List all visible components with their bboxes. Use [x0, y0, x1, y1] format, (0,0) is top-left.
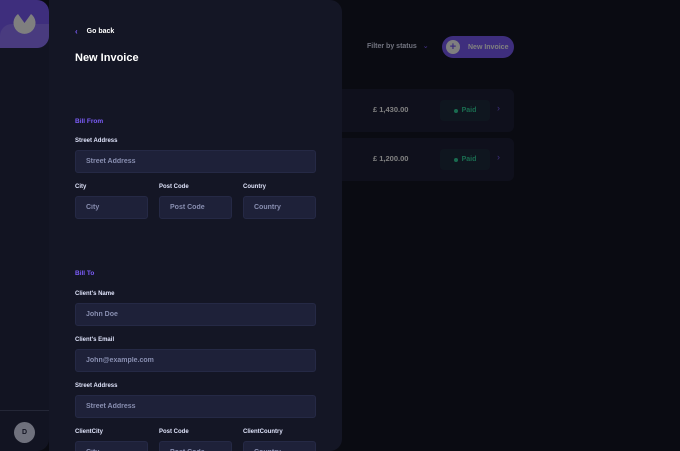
client-name-input[interactable]: [75, 303, 316, 326]
client-city-label: ClientCity: [75, 429, 104, 435]
city-label: City: [75, 184, 87, 190]
post-code-label: Post Code: [159, 184, 189, 190]
go-back-label: Go back: [86, 28, 115, 35]
client-email-label: Client's Email: [75, 337, 115, 343]
bill-from-street-input[interactable]: [75, 150, 316, 173]
new-invoice-drawer: ‹ Go back New Invoice Bill From Street A…: [49, 0, 342, 451]
chevron-left-icon: ‹: [75, 27, 78, 36]
bill-from-city-input[interactable]: [75, 196, 148, 219]
client-email-input[interactable]: [75, 349, 316, 372]
bill-to-postcode-input[interactable]: [159, 441, 232, 451]
client-name-label: Client's Name: [75, 291, 115, 297]
street-address-label: Street Address: [75, 383, 118, 389]
bill-to-country-input[interactable]: [243, 441, 316, 451]
bill-from-heading: Bill From: [75, 118, 104, 125]
bill-from-country-input[interactable]: [243, 196, 316, 219]
bill-to-city-input[interactable]: [75, 441, 148, 451]
bill-to-heading: Bill To: [75, 270, 95, 277]
page-title: New Invoice: [75, 52, 139, 64]
post-code-label: Post Code: [159, 429, 189, 435]
bill-to-street-input[interactable]: [75, 395, 316, 418]
go-back-button[interactable]: ‹ Go back: [75, 27, 114, 36]
country-label: Country: [243, 184, 266, 190]
street-address-label: Street Address: [75, 138, 118, 144]
client-country-label: ClientCountry: [243, 429, 283, 435]
bill-from-postcode-input[interactable]: [159, 196, 232, 219]
